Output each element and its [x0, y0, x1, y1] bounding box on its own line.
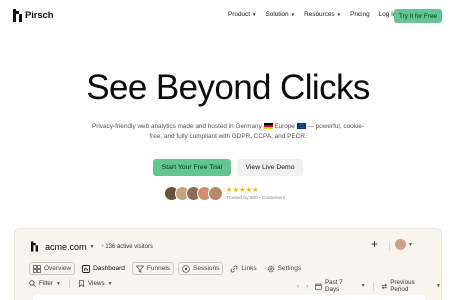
period-label: Past 7 Days [324, 279, 343, 293]
nav-item-label: Product [228, 11, 251, 18]
chevron-down-icon: ▼ [252, 12, 257, 17]
tab-label: Links [241, 265, 257, 272]
rating-stars: ★★★★★ [226, 187, 259, 194]
calendar-icon [315, 283, 322, 290]
filter-bar: Filter ▼ Views ▼ [29, 279, 113, 288]
live-demo-button[interactable]: View Live Demo [237, 159, 303, 176]
compare-icon [381, 283, 387, 289]
filter-label: Filter [39, 280, 53, 287]
search-icon [29, 280, 36, 287]
tab-sessions[interactable]: Sessions [178, 262, 224, 275]
customer-avatars [164, 186, 224, 202]
user-menu[interactable]: ▼ [395, 239, 413, 250]
hero-title: See Beyond Clicks [86, 68, 370, 107]
domain-name: acme.com [45, 241, 87, 252]
start-trial-button[interactable]: Start Your Free Trial [153, 159, 231, 176]
brand-name: Pirsch [25, 10, 54, 21]
tab-overview[interactable]: Overview [29, 262, 76, 275]
compare-label: Previous Period [390, 279, 415, 293]
views-dropdown[interactable]: Views ▼ [78, 280, 113, 287]
tab-label: Dashboard [93, 265, 125, 272]
subtitle-text: Privacy-friendly web analytics made and … [91, 123, 262, 130]
eu-flag-icon [296, 122, 306, 129]
divider [372, 281, 374, 291]
divider [389, 241, 390, 251]
bookmark-icon [78, 280, 84, 287]
germany-flag-icon [263, 122, 273, 129]
nav-item-resources[interactable]: Resources ▼ [304, 11, 341, 18]
dashboard-preview: acme.com ▼ • 136 active visitors + ▼ Ove… [14, 228, 442, 300]
chevron-down-icon: ▼ [290, 12, 296, 17]
sessions-icon [182, 264, 190, 273]
link-icon [230, 265, 238, 272]
dashboard-content-card [33, 295, 425, 300]
period-selector[interactable]: Past 7 Days ▼ [315, 279, 366, 293]
nav-links: Product ▼ Solution ▼ Resources ▼ Pricing… [228, 11, 405, 18]
nav-item-label: Resources [304, 11, 335, 18]
divider [68, 279, 70, 288]
active-visitors: • 136 active visitors [101, 244, 152, 250]
live-dot-icon: • [101, 243, 104, 250]
add-icon[interactable]: + [371, 237, 378, 251]
nav-item-product[interactable]: Product ▼ [228, 11, 257, 18]
tab-label: Settings [277, 265, 302, 272]
nav-item-label: Solution [265, 11, 289, 18]
tab-label: Overview [44, 265, 72, 272]
trusted-by-text: Trusted by 500+ Customers [226, 196, 286, 201]
domain-selector[interactable]: acme.com ▼ [45, 242, 94, 252]
chevron-down-icon: ▼ [360, 283, 366, 289]
tab-settings[interactable]: Settings [264, 262, 305, 275]
chevron-left-icon[interactable]: ‹ [297, 283, 299, 290]
filter-dropdown[interactable]: Filter ▼ [29, 280, 61, 287]
chevron-down-icon: ▼ [107, 280, 113, 287]
dashboard-icon [82, 264, 91, 273]
chevron-down-icon: ▼ [408, 241, 413, 248]
gear-icon [267, 265, 274, 272]
chevron-right-icon[interactable]: › [306, 283, 308, 290]
compare-selector[interactable]: Previous Period ▼ [381, 279, 441, 293]
views-label: Views [87, 280, 105, 287]
nav-item-pricing[interactable]: Pricing [350, 11, 370, 18]
nav-item-solution[interactable]: Solution ▼ [266, 11, 296, 18]
brand-logo[interactable]: Pirsch [13, 9, 54, 22]
chevron-down-icon: ▼ [436, 283, 441, 289]
dashboard-header: acme.com ▼ • 136 active visitors [31, 241, 153, 252]
nav-item-label: Pricing [350, 11, 370, 18]
overview-grid-icon [33, 264, 41, 273]
tab-label: Sessions [193, 265, 220, 272]
top-navigation: Pirsch Product ▼ Solution ▼ Resources ▼ … [0, 0, 456, 32]
active-visitors-label: 136 active visitors [105, 243, 153, 250]
period-controls: ‹ › Past 7 Days ▼ Previous Period ▼ [297, 279, 441, 293]
subtitle-text: Europe [274, 123, 295, 130]
chevron-down-icon: ▼ [56, 280, 61, 287]
dashboard-tabs: Overview Dashboard Funnels Sessions Link… [29, 262, 304, 275]
funnel-icon [135, 265, 144, 273]
pirsch-logo-icon [31, 241, 38, 252]
pirsch-logo-icon [13, 9, 22, 22]
tab-funnels[interactable]: Funnels [131, 262, 175, 275]
tab-dashboard[interactable]: Dashboard [79, 262, 128, 275]
tab-links[interactable]: Links [227, 262, 259, 275]
avatar [208, 186, 223, 201]
try-free-button[interactable]: Try It for Free [394, 9, 442, 23]
tab-label: Funnels [146, 265, 171, 272]
chevron-down-icon: ▼ [89, 243, 95, 250]
avatar [395, 239, 406, 250]
chevron-down-icon: ▼ [336, 12, 342, 17]
hero-subtitle: Privacy-friendly web analytics made and … [88, 122, 368, 141]
